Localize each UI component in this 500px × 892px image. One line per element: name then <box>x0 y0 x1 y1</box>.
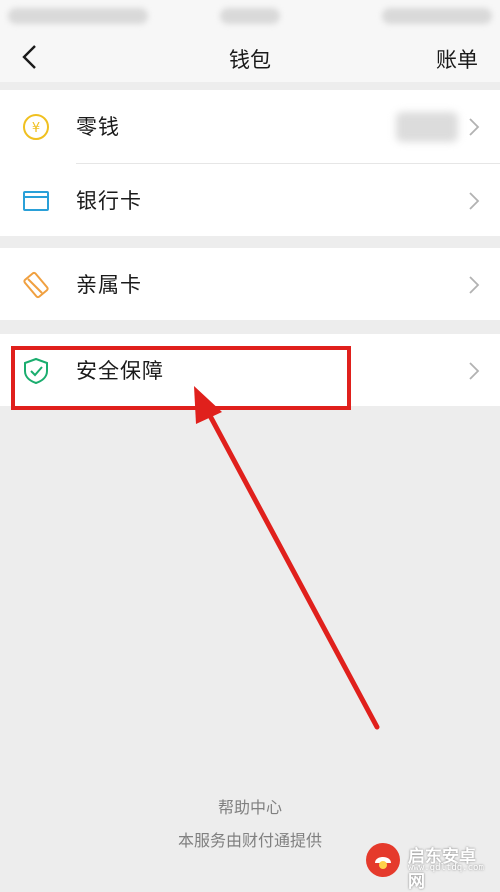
family-card-icon <box>23 271 49 299</box>
svg-text:¥: ¥ <box>32 121 40 136</box>
status-bar-center-blur <box>220 8 280 24</box>
menu-item-change-label: 零钱 <box>76 115 120 139</box>
watermark: 启东安卓网 www.qdltdq.com <box>364 839 492 892</box>
menu-item-change[interactable]: ¥ 零钱 <box>0 90 500 162</box>
page-title: 钱包 <box>229 48 271 72</box>
menu-item-family-card-label: 亲属卡 <box>76 273 142 297</box>
coin-icon: ¥ <box>23 114 49 140</box>
chevron-right-icon <box>469 118 480 136</box>
wallet-group-1: ¥ 零钱 银行卡 <box>0 90 500 236</box>
status-bar-right-blur <box>382 8 492 24</box>
help-center-link[interactable]: 帮助中心 <box>0 794 500 818</box>
bank-card-icon <box>23 191 49 211</box>
watermark-url: www.qdltdq.com <box>408 863 484 873</box>
menu-item-bank-card-label: 银行卡 <box>76 189 142 213</box>
navigation-bar: 钱包 账单 <box>0 32 500 82</box>
menu-item-family-card[interactable]: 亲属卡 <box>0 248 500 320</box>
status-bar-left-blur <box>8 8 148 24</box>
chevron-right-icon <box>469 276 480 294</box>
chevron-right-icon <box>469 362 480 380</box>
wallet-group-2: 亲属卡 <box>0 248 500 320</box>
chevron-right-icon <box>469 192 480 210</box>
watermark-logo-icon <box>366 843 400 877</box>
menu-item-bank-card[interactable]: 银行卡 <box>0 164 500 236</box>
balance-value-blurred <box>396 112 458 142</box>
annotation-highlight-box <box>11 346 351 410</box>
status-bar <box>0 0 500 32</box>
bill-button[interactable]: 账单 <box>436 44 478 74</box>
